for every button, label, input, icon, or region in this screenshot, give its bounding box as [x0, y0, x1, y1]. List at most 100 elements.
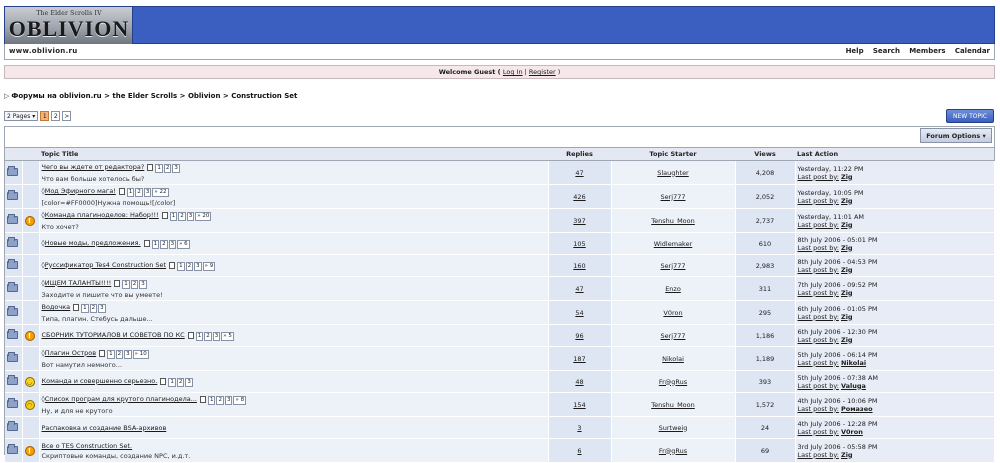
last-post-author[interactable]: Ромазео — [841, 405, 873, 413]
last-post-link[interactable]: Last post by: — [798, 313, 839, 321]
topic-page-link[interactable]: » 10 — [132, 349, 149, 359]
topic-page-link[interactable]: 3 — [98, 303, 106, 313]
breadcrumb-item-oblivion[interactable]: Oblivion — [188, 92, 221, 100]
starter-link[interactable]: Serj777 — [660, 262, 685, 270]
last-post-link[interactable]: Last post by: — [798, 197, 839, 205]
topic-page-link[interactable]: » 6 — [177, 239, 190, 249]
replies-link[interactable]: 54 — [575, 309, 583, 317]
replies-link[interactable]: 154 — [573, 401, 585, 409]
register-link[interactable]: Register — [529, 68, 556, 76]
topic-page-link[interactable]: 1 — [195, 331, 204, 341]
nav-help[interactable]: Help — [846, 47, 864, 55]
topic-page-link[interactable]: 3 — [194, 261, 202, 271]
topic-page-link[interactable]: 2 — [89, 303, 98, 313]
topic-page-link[interactable]: 3 — [186, 211, 195, 221]
starter-link[interactable]: Serj777 — [660, 193, 685, 201]
topic-page-link[interactable]: 1 — [177, 261, 185, 271]
topic-page-link[interactable]: 3 — [224, 395, 233, 405]
topic-page-link[interactable]: 2 — [160, 239, 168, 249]
replies-link[interactable]: 48 — [575, 378, 583, 386]
starter-link[interactable]: Slaughter — [657, 169, 689, 177]
replies-link[interactable]: 397 — [573, 217, 585, 225]
topic-page-link[interactable]: 3 — [212, 331, 221, 341]
topic-title-link[interactable]: Список програм для крутого плагинодела..… — [45, 395, 197, 403]
replies-link[interactable]: 105 — [573, 240, 585, 248]
starter-link[interactable]: Tenshu_Moon — [651, 401, 695, 409]
login-link[interactable]: Log In — [503, 68, 523, 76]
breadcrumb-item-construction-set[interactable]: Construction Set — [231, 92, 297, 100]
topic-title-link[interactable]: СБОРНИК ТУТОРИАЛОВ И СОВЕТОВ ПО КС — [42, 331, 185, 339]
topic-page-link[interactable]: 2 — [216, 395, 224, 405]
last-post-link[interactable]: Last post by: — [798, 289, 839, 297]
topic-page-link[interactable]: 3 — [143, 187, 152, 197]
starter-link[interactable]: Fr@gRus — [659, 378, 687, 386]
topic-page-link[interactable]: 3 — [139, 279, 147, 289]
replies-link[interactable]: 187 — [573, 355, 585, 363]
topic-page-link[interactable]: 2 — [204, 331, 212, 341]
last-post-author[interactable]: Zig — [841, 266, 853, 274]
topic-page-link[interactable]: 1 — [207, 395, 216, 405]
topic-page-link[interactable]: 2 — [130, 279, 139, 289]
topic-title-link[interactable]: ИЩЕМ ТАЛАНТЫ!!!! — [45, 279, 112, 287]
nav-calendar[interactable]: Calendar — [955, 47, 990, 55]
topic-page-link[interactable]: 1 — [126, 187, 135, 197]
last-post-author[interactable]: Zig — [841, 244, 853, 252]
replies-link[interactable]: 47 — [575, 169, 583, 177]
starter-link[interactable]: V0ron — [663, 309, 682, 317]
nav-search[interactable]: Search — [873, 47, 900, 55]
replies-link[interactable]: 426 — [573, 193, 585, 201]
last-post-author[interactable]: Zig — [841, 173, 853, 181]
starter-link[interactable]: Widlemaker — [654, 240, 693, 248]
new-topic-button[interactable]: NEW TOPIC — [946, 109, 994, 123]
last-post-link[interactable]: Last post by: — [798, 173, 839, 181]
last-post-link[interactable]: Last post by: — [798, 359, 839, 367]
topic-page-link[interactable]: » 8 — [233, 395, 247, 405]
last-post-author[interactable]: V0ron — [841, 428, 863, 436]
topic-page-link[interactable]: 2 — [135, 187, 143, 197]
oblivion-logo[interactable]: The Elder Scrolls IV OBLIVION — [5, 7, 133, 45]
last-post-author[interactable]: Zig — [841, 221, 853, 229]
page-next[interactable]: > — [62, 111, 72, 121]
replies-link[interactable]: 6 — [577, 447, 581, 455]
topic-page-link[interactable]: 1 — [151, 239, 160, 249]
topic-page-link[interactable]: 1 — [169, 211, 178, 221]
topic-page-link[interactable]: 2 — [163, 163, 172, 173]
topic-title-link[interactable]: Плагин Остров — [45, 349, 96, 357]
page-2[interactable]: 2 — [51, 111, 61, 121]
topic-page-link[interactable]: 3 — [168, 239, 177, 249]
last-post-author[interactable]: Nikolai — [841, 359, 866, 367]
topic-page-link[interactable]: 1 — [122, 279, 130, 289]
topic-page-link[interactable]: 2 — [178, 211, 186, 221]
topic-page-link[interactable]: 3 — [185, 377, 193, 387]
last-post-author[interactable]: Zig — [841, 313, 853, 321]
last-post-author[interactable]: Zig — [841, 336, 853, 344]
nav-members[interactable]: Members — [909, 47, 945, 55]
topic-page-link[interactable]: 1 — [81, 303, 89, 313]
replies-link[interactable]: 160 — [573, 262, 585, 270]
topic-page-link[interactable]: 2 — [176, 377, 185, 387]
starter-link[interactable]: Serj777 — [660, 332, 685, 340]
last-post-author[interactable]: Zig — [841, 289, 853, 297]
topic-page-link[interactable]: » 5 — [221, 331, 234, 341]
topic-title-link[interactable]: Команда и совершенно серьезно. — [42, 377, 158, 385]
starter-link[interactable]: Enzo — [665, 285, 681, 293]
starter-link[interactable]: Tenshu_Moon — [651, 217, 695, 225]
topic-page-link[interactable]: 1 — [168, 377, 176, 387]
starter-link[interactable]: Surtweig — [659, 424, 688, 432]
pages-dropdown[interactable]: 2 Pages ▾ — [4, 111, 39, 121]
topic-title-link[interactable]: Команда плагиноделов: Набор!!! — [45, 211, 159, 219]
last-post-author[interactable]: Valuga — [841, 382, 866, 390]
last-post-link[interactable]: Last post by: — [798, 336, 839, 344]
topic-title-link[interactable]: Новые моды, предложения. — [45, 239, 141, 247]
topic-page-link[interactable]: » 20 — [195, 211, 212, 221]
topic-page-link[interactable]: 1 — [155, 163, 163, 173]
last-post-link[interactable]: Last post by: — [798, 428, 839, 436]
last-post-author[interactable]: Zig — [841, 197, 853, 205]
topic-page-link[interactable]: » 9 — [202, 261, 216, 271]
topic-title-link[interactable]: Руссификатор Tes4 Construction Set — [45, 261, 166, 269]
topic-page-link[interactable]: 2 — [185, 261, 194, 271]
topic-page-link[interactable]: 2 — [115, 349, 124, 359]
topic-page-link[interactable]: 3 — [124, 349, 132, 359]
forum-options-button[interactable]: Forum Options ▾ — [920, 128, 992, 143]
topic-page-link[interactable]: » 22 — [152, 187, 169, 197]
